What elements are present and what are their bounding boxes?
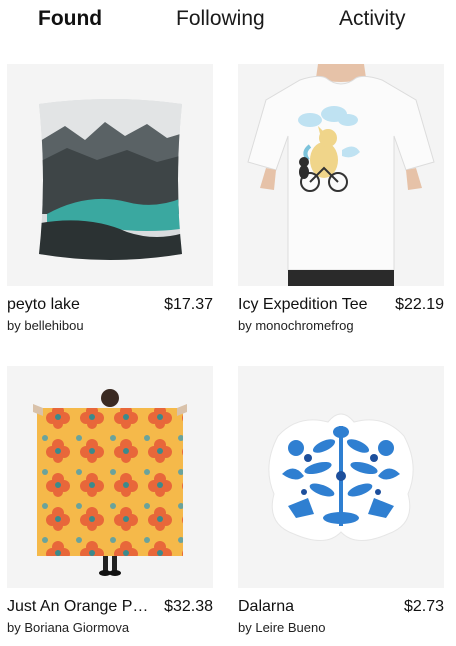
tshirt-image [238, 64, 444, 286]
product-card[interactable]: Icy Expedition Tee $22.19 by monochromef… [238, 64, 444, 344]
product-title[interactable]: Just An Orange Pattern [7, 597, 155, 617]
tab-following[interactable]: Following [176, 6, 265, 32]
product-image-sticker[interactable] [238, 366, 444, 588]
product-artist[interactable]: by Leire Bueno [238, 619, 444, 637]
product-price: $32.38 [164, 598, 213, 615]
product-card[interactable]: peyto lake $17.37 by bellehibou [7, 64, 213, 344]
product-artist[interactable]: by bellehibou [7, 317, 213, 335]
top-tab-bar: Found Following Activity [0, 0, 456, 44]
product-artist[interactable]: by monochromefrog [238, 317, 444, 335]
product-title[interactable]: Dalarna [238, 597, 386, 617]
product-title[interactable]: Icy Expedition Tee [238, 295, 386, 315]
product-image-tshirt[interactable] [238, 64, 444, 286]
product-price: $22.19 [395, 296, 444, 313]
product-image-scarf[interactable] [7, 366, 213, 588]
product-price: $2.73 [403, 598, 444, 615]
product-price: $17.37 [164, 296, 213, 313]
product-card[interactable]: Just An Orange Pattern $32.38 by Boriana… [7, 366, 213, 646]
tab-activity[interactable]: Activity [339, 6, 406, 32]
product-title[interactable]: peyto lake [7, 295, 155, 315]
product-image-throw-pillow[interactable] [7, 64, 213, 286]
product-artist[interactable]: by Boriana Giormova [7, 619, 213, 637]
tab-found[interactable]: Found [38, 6, 102, 32]
sticker-image [238, 366, 444, 588]
product-card[interactable]: Dalarna $2.73 by Leire Bueno [238, 366, 444, 646]
throw-pillow-image [7, 64, 213, 286]
scarf-image [7, 366, 213, 588]
